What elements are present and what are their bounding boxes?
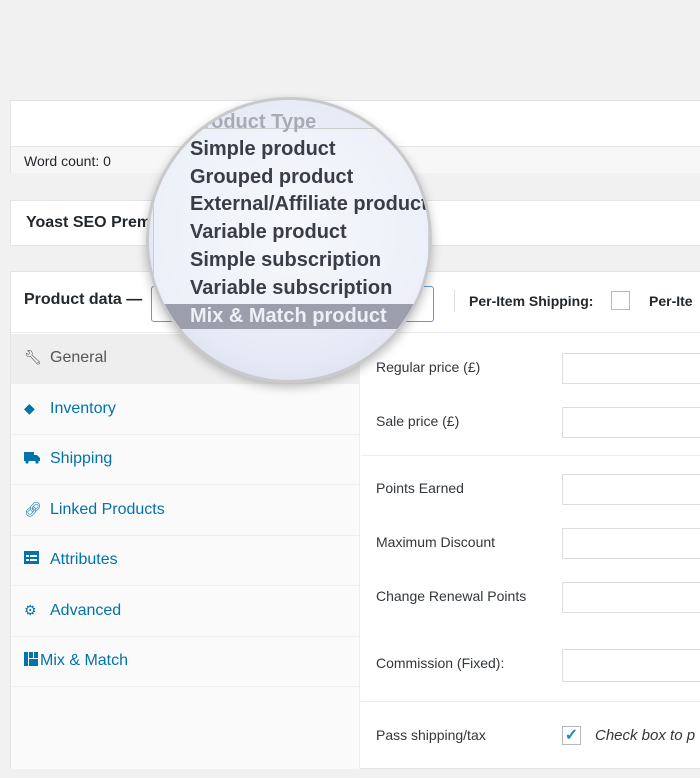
magnifier-overlay: Product Type Simple product Grouped prod… — [146, 97, 432, 383]
maximum-discount-input[interactable] — [562, 528, 700, 559]
tab-label: General — [50, 349, 107, 366]
option-simple-product[interactable]: Simple product — [190, 138, 336, 161]
product-data-title: Product data — — [24, 291, 143, 308]
change-renewal-points-input[interactable] — [562, 582, 700, 613]
option-variable-product[interactable]: Variable product — [190, 221, 347, 244]
per-item-shipping-label: Per-Item Shipping: — [469, 293, 594, 309]
regular-price-input[interactable] — [562, 353, 700, 384]
pass-shipping-label: Pass shipping/tax — [376, 727, 486, 743]
tab-shipping[interactable]: Shipping — [11, 435, 360, 485]
tab-label: Shipping — [50, 450, 113, 467]
tab-linked-products[interactable]: 🔗︎ Linked Products — [11, 486, 360, 536]
product-data-tabs: 🔧︎ General ◆ Inventory Shipping 🔗︎ Linked P… — [11, 334, 360, 769]
truck-icon — [24, 450, 40, 466]
divider — [361, 455, 700, 456]
tab-attributes[interactable]: Attributes — [11, 536, 360, 586]
tab-label: Mix & Match — [40, 652, 129, 669]
commission-fixed-label: Commission (Fixed): — [376, 655, 505, 671]
per-item-label-2: Per-Ite — [649, 293, 693, 309]
tab-label: Advanced — [50, 602, 122, 619]
grid-icon — [24, 652, 40, 668]
tab-label: Linked Products — [50, 501, 165, 518]
option-external-affiliate-product[interactable]: External/Affiliate product — [190, 193, 428, 216]
change-renewal-points-label: Change Renewal Points — [376, 588, 527, 604]
option-simple-subscription[interactable]: Simple subscription — [190, 249, 381, 272]
tab-label: Attributes — [50, 551, 118, 568]
regular-price-label: Regular price (£) — [376, 359, 481, 375]
tab-mix-and-match[interactable]: Mix & Match — [11, 637, 360, 687]
tab-inventory[interactable]: ◆ Inventory — [11, 385, 360, 435]
general-fields: Regular price (£) Sale price (£) Points … — [361, 334, 700, 769]
link-icon: 🔗︎ — [24, 501, 42, 517]
tag-icon: ◆ — [24, 400, 35, 416]
sale-price-label: Sale price (£) — [376, 413, 460, 429]
option-grouped-product[interactable]: Grouped product — [190, 166, 353, 189]
points-earned-input[interactable] — [562, 474, 700, 505]
divider — [361, 701, 700, 702]
dropdown-header: Product Type — [190, 111, 317, 133]
tab-advanced[interactable]: ⚙︎ Advanced — [11, 587, 360, 637]
pass-shipping-description: Check box to p — [595, 727, 696, 744]
wrench-icon: 🔧︎ — [24, 349, 42, 365]
sale-price-input[interactable] — [562, 407, 700, 438]
divider — [454, 290, 455, 312]
tab-label: Inventory — [50, 400, 116, 417]
option-mix-and-match-product[interactable]: Mix & Match product — [190, 305, 387, 328]
list-icon — [24, 551, 40, 567]
commission-fixed-input[interactable] — [562, 649, 700, 682]
maximum-discount-label: Maximum Discount — [376, 534, 496, 550]
pass-shipping-checkbox[interactable]: ✓ — [562, 726, 581, 745]
per-item-shipping-checkbox[interactable] — [611, 291, 630, 310]
gear-icon: ⚙︎ — [24, 602, 37, 618]
points-earned-label: Points Earned — [376, 480, 464, 496]
option-variable-subscription[interactable]: Variable subscription — [190, 277, 392, 300]
